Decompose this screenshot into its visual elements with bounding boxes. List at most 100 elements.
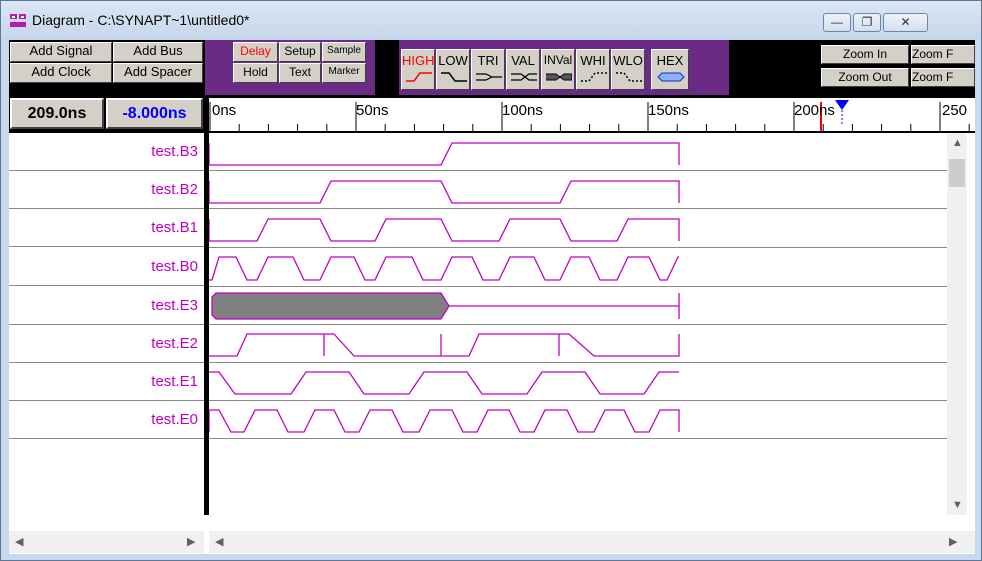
minimize-button[interactable]: — bbox=[823, 13, 851, 32]
wave-e1 bbox=[209, 371, 679, 395]
wave-b3 bbox=[208, 142, 680, 166]
name-pane-hscrollbar[interactable]: ◀ ▶ bbox=[9, 531, 204, 553]
hold-button[interactable]: Hold bbox=[233, 63, 278, 83]
wave-e3-tail bbox=[449, 293, 680, 319]
signal-name: test.B2 bbox=[151, 181, 198, 198]
zoom-out-button[interactable]: Zoom Out bbox=[821, 68, 909, 87]
toolbar: Add Signal Add Bus Add Clock Add Spacer … bbox=[9, 40, 975, 95]
zoom-in-button[interactable]: Zoom In bbox=[821, 45, 909, 64]
hex-button[interactable]: HEX bbox=[651, 49, 689, 90]
client-area: Add Signal Add Bus Add Clock Add Spacer … bbox=[9, 40, 975, 554]
diagram-app-icon bbox=[10, 14, 26, 27]
invalid-icon bbox=[546, 73, 572, 81]
tick-label-0: 0ns bbox=[212, 102, 237, 119]
signal-row-e3[interactable]: test.E3 bbox=[9, 287, 204, 325]
scroll-down-icon[interactable]: ▼ bbox=[952, 499, 963, 511]
weak-high-icon bbox=[581, 72, 607, 82]
close-button[interactable]: ✕ bbox=[883, 13, 928, 32]
delay-button[interactable]: Delay bbox=[233, 42, 278, 62]
weak-low-icon bbox=[616, 72, 642, 82]
vertical-scrollbar[interactable]: ▲ ▼ bbox=[947, 133, 967, 515]
time-row: 209.0ns -8.000ns 0ns 50ns 100ns 150ns 20… bbox=[9, 95, 975, 133]
signal-name: test.E2 bbox=[151, 335, 198, 352]
tick-label-100: 100ns bbox=[502, 102, 543, 119]
wave-b1 bbox=[208, 218, 680, 242]
setup-button[interactable]: Setup bbox=[279, 42, 321, 62]
valid-icon bbox=[511, 73, 537, 81]
time-ruler[interactable]: 0ns 50ns 100ns 150ns 200ns 250 bbox=[209, 98, 975, 131]
inval-button[interactable]: INVal bbox=[541, 49, 575, 90]
wave-e2 bbox=[209, 333, 680, 357]
hex-label: HEX bbox=[656, 53, 684, 68]
whi-label: WHI bbox=[580, 53, 606, 68]
high-button[interactable]: HIGH bbox=[401, 49, 435, 90]
high-label: HIGH bbox=[402, 53, 435, 68]
cursor-time-display[interactable]: 209.0ns bbox=[10, 98, 104, 129]
wave-b2 bbox=[208, 180, 680, 204]
signal-name: test.E0 bbox=[151, 411, 198, 428]
tri-state-icon bbox=[476, 73, 502, 81]
window-title: Diagram - C:\SYNAPT~1\untitled0* bbox=[32, 12, 250, 28]
tick-label-250: 250 bbox=[942, 102, 968, 119]
signal-row-b0[interactable]: test.B0 bbox=[9, 248, 204, 286]
val-button[interactable]: VAL bbox=[506, 49, 540, 90]
wlo-label: WLO bbox=[613, 53, 643, 68]
zoom-full-button[interactable]: Zoom F bbox=[911, 45, 975, 64]
maximize-icon: ❐ bbox=[861, 15, 873, 29]
vertical-scroll-thumb[interactable] bbox=[949, 159, 965, 187]
wave-pane-hscrollbar[interactable]: ◀ ▶ bbox=[209, 531, 967, 553]
marker-button[interactable]: Marker bbox=[322, 63, 366, 83]
resize-grip-icon[interactable] bbox=[967, 531, 975, 553]
bottom-area: ◀ ▶ ◀ ▶ bbox=[9, 515, 975, 554]
signal-row-e2[interactable]: test.E2 bbox=[9, 325, 204, 363]
val-label: VAL bbox=[511, 53, 535, 68]
scroll-right-icon[interactable]: ▶ bbox=[949, 535, 957, 548]
tick-label-150: 150ns bbox=[648, 102, 689, 119]
signal-name: test.B0 bbox=[151, 258, 198, 275]
waveform-canvas bbox=[208, 142, 947, 439]
add-spacer-button[interactable]: Add Spacer bbox=[113, 63, 203, 83]
inval-label: INVal bbox=[543, 53, 573, 67]
text-button[interactable]: Text bbox=[279, 63, 321, 83]
low-label: LOW bbox=[438, 53, 468, 68]
title-bar[interactable]: Diagram - C:\SYNAPT~1\untitled0* — ❐ ✕ bbox=[1, 1, 981, 40]
signal-name: test.B1 bbox=[151, 219, 198, 236]
signal-name: test.E1 bbox=[151, 373, 198, 390]
maximize-button[interactable]: ❐ bbox=[853, 13, 881, 32]
waveform-area[interactable] bbox=[208, 133, 947, 515]
sample-button[interactable]: Sample bbox=[322, 42, 366, 62]
close-icon: ✕ bbox=[900, 15, 911, 29]
wave-e0 bbox=[208, 409, 680, 433]
add-signal-button[interactable]: Add Signal bbox=[10, 42, 112, 62]
scroll-left-icon[interactable]: ◀ bbox=[15, 535, 23, 548]
tri-label: TRI bbox=[477, 53, 499, 68]
signal-row-e1[interactable]: test.E1 bbox=[9, 363, 204, 401]
hex-icon bbox=[657, 72, 685, 82]
signal-row-e0[interactable]: test.E0 bbox=[9, 401, 204, 439]
low-button[interactable]: LOW bbox=[436, 49, 470, 90]
add-clock-button[interactable]: Add Clock bbox=[10, 63, 112, 83]
wlo-button[interactable]: WLO bbox=[611, 49, 645, 90]
ruler-ticks bbox=[209, 100, 970, 131]
cursor-triangle-icon[interactable] bbox=[835, 100, 849, 110]
scroll-right-icon[interactable]: ▶ bbox=[187, 535, 195, 548]
whi-button[interactable]: WHI bbox=[576, 49, 610, 90]
tick-label-50: 50ns bbox=[356, 102, 389, 119]
signal-row-b3[interactable]: test.B3 bbox=[9, 133, 204, 171]
minimize-icon: — bbox=[831, 15, 843, 29]
signal-row-b1[interactable]: test.B1 bbox=[9, 209, 204, 247]
zoom-fit-button[interactable]: Zoom F bbox=[911, 68, 975, 87]
add-bus-button[interactable]: Add Bus bbox=[113, 42, 203, 62]
scroll-left-icon[interactable]: ◀ bbox=[215, 535, 223, 548]
delta-time-display[interactable]: -8.000ns bbox=[106, 98, 203, 129]
wave-e3-bus bbox=[211, 292, 450, 320]
signal-name: test.E3 bbox=[151, 297, 198, 314]
scroll-up-icon[interactable]: ▲ bbox=[952, 137, 963, 149]
signal-row-b2[interactable]: test.B2 bbox=[9, 171, 204, 209]
tick-label-200: 200ns bbox=[794, 102, 835, 119]
low-edge-icon bbox=[441, 72, 467, 82]
tri-button[interactable]: TRI bbox=[471, 49, 505, 90]
signal-name: test.B3 bbox=[151, 143, 198, 160]
diagram-window: Diagram - C:\SYNAPT~1\untitled0* — ❐ ✕ A… bbox=[0, 0, 982, 561]
wave-b0 bbox=[209, 256, 679, 281]
